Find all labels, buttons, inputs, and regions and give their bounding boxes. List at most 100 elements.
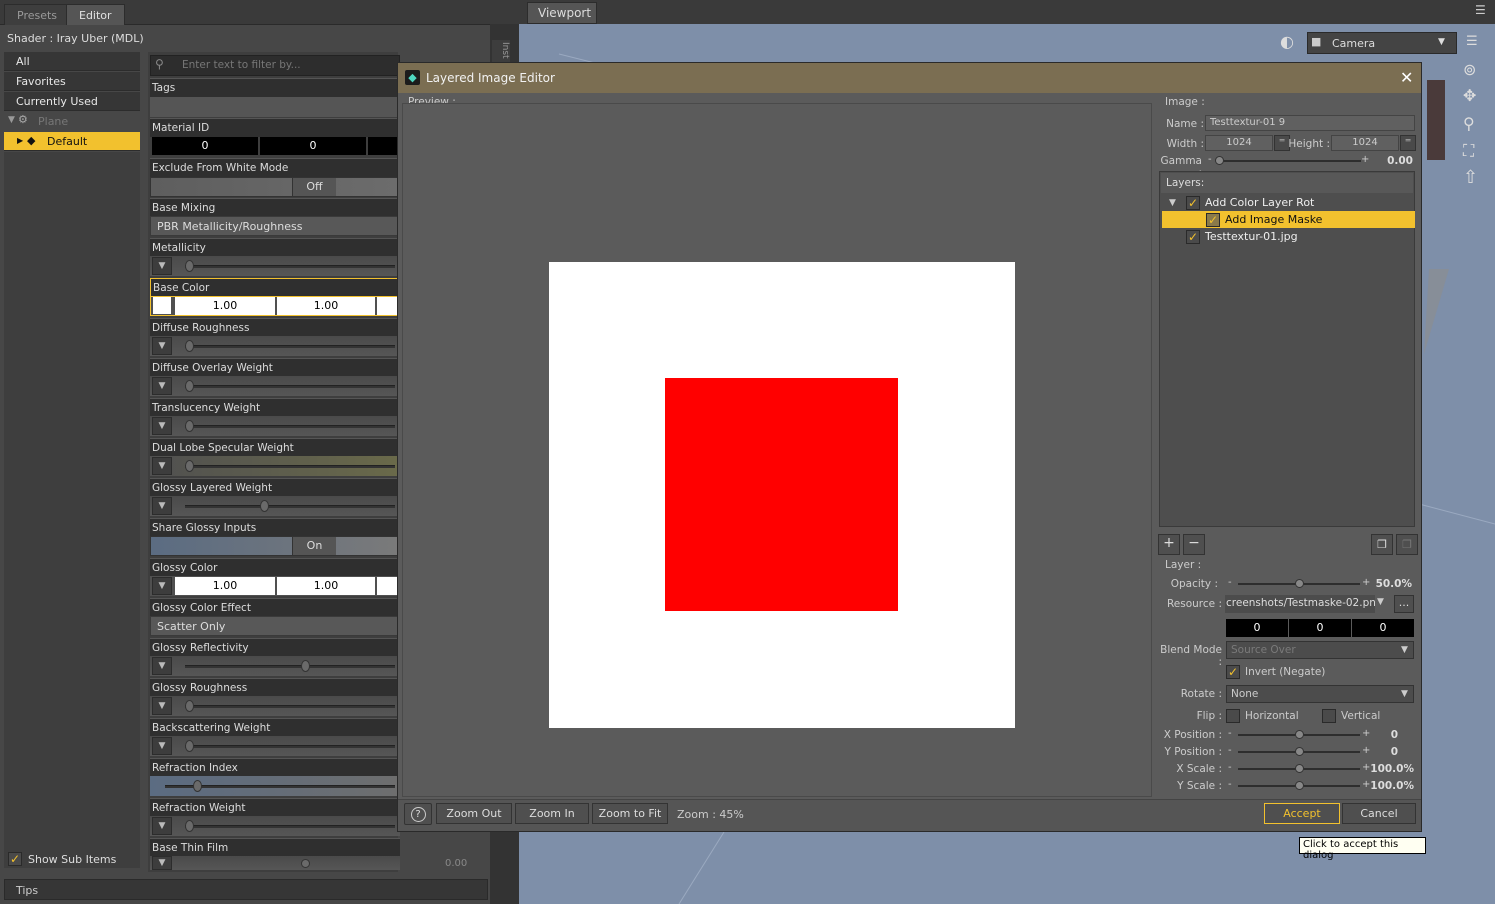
slider-knob[interactable] (193, 780, 202, 792)
minus-icon[interactable]: - (1228, 779, 1232, 790)
prop-tags-field[interactable] (150, 97, 400, 117)
chevron-down-icon[interactable]: ▼ (152, 377, 172, 395)
move-icon[interactable]: ✥ (1463, 86, 1476, 105)
height-field[interactable]: 1024 (1331, 135, 1399, 151)
slider-knob[interactable] (185, 740, 194, 752)
opacity-knob[interactable] (1295, 579, 1304, 588)
tree-default[interactable]: Default (4, 132, 140, 151)
exclude-white-toggle[interactable] (150, 177, 400, 197)
glossy-color-value-1[interactable]: 1.00 (175, 577, 275, 595)
reset-icon[interactable]: ⇧ (1463, 167, 1478, 188)
tips-tab[interactable]: Tips (16, 884, 38, 897)
show-sub-items-checkbox[interactable]: ✓ (8, 852, 22, 866)
y-scale-knob[interactable] (1295, 781, 1304, 790)
category-all[interactable]: All (4, 52, 140, 71)
base-color-swatch[interactable] (153, 297, 171, 314)
globe-icon[interactable]: ◐ (1280, 32, 1294, 51)
layer-item[interactable]: Testtextur-01.jpg (1205, 228, 1298, 245)
chevron-down-icon[interactable]: ▼ (152, 577, 172, 595)
minus-icon[interactable]: - (1228, 762, 1232, 773)
minus-icon[interactable]: - (1208, 154, 1212, 165)
plus-icon[interactable]: + (1361, 154, 1369, 165)
tab-editor[interactable]: Editor (66, 4, 125, 25)
category-favorites[interactable]: Favorites (4, 72, 140, 91)
chevron-down-icon[interactable]: ▼ (152, 457, 172, 475)
help-button[interactable]: ? (404, 803, 432, 825)
layer-visible-checkbox[interactable]: ✓ (1186, 196, 1200, 210)
x-position-knob[interactable] (1295, 730, 1304, 739)
height-stepper[interactable]: ═ (1400, 135, 1416, 151)
menu-icon[interactable]: ☰ (1475, 3, 1486, 17)
slider-knob[interactable] (185, 420, 194, 432)
accept-button[interactable]: Accept (1264, 803, 1340, 824)
glossy-color-effect-dropdown[interactable]: Scatter Only (150, 616, 400, 636)
slider-knob[interactable] (185, 380, 194, 392)
category-currently-used[interactable]: Currently Used (4, 92, 140, 111)
slider-knob[interactable] (185, 340, 194, 352)
share-glossy-toggle[interactable] (150, 536, 400, 556)
slider-knob[interactable] (301, 859, 310, 868)
tab-presets[interactable]: Presets (4, 4, 71, 25)
expand-arrow-icon[interactable]: ▼ (1169, 198, 1176, 208)
menu-icon[interactable]: ☰ (1466, 34, 1478, 49)
chevron-down-icon[interactable]: ▼ (152, 417, 172, 435)
expand-arrow-icon[interactable]: ▼ (8, 115, 15, 125)
chevron-down-icon[interactable]: ▼ (1377, 597, 1384, 607)
chevron-down-icon[interactable]: ▼ (152, 817, 172, 835)
base-color-value-1[interactable]: 1.00 (175, 297, 275, 315)
frame-icon[interactable]: ⛶ (1463, 141, 1474, 161)
blend-mode-dropdown[interactable]: Source Over (1226, 641, 1414, 659)
y-position-knob[interactable] (1295, 747, 1304, 756)
rgb-field-b[interactable]: 0 (1352, 619, 1414, 637)
preview-area[interactable] (402, 103, 1152, 797)
rgb-field-g[interactable]: 0 (1289, 619, 1351, 637)
chevron-down-icon[interactable]: ▼ (152, 257, 172, 275)
zoom-out-button[interactable]: Zoom Out (436, 803, 512, 824)
rotate-dropdown[interactable]: None (1226, 685, 1414, 703)
base-mixing-dropdown[interactable]: PBR Metallicity/Roughness (150, 216, 400, 236)
base-color-value-2[interactable]: 1.00 (277, 297, 375, 315)
orbit-icon[interactable]: ⊚ (1463, 60, 1476, 79)
chevron-down-icon[interactable]: ▼ (152, 697, 172, 715)
material-id-field-3[interactable] (368, 137, 398, 155)
layer-item[interactable]: Add Color Layer Rot (1205, 194, 1314, 211)
name-field[interactable]: Testtextur-01 9 (1205, 115, 1415, 131)
base-color-value-3[interactable] (377, 297, 397, 315)
zoom-to-fit-button[interactable]: Zoom to Fit (592, 803, 668, 824)
close-icon[interactable]: ✕ (1400, 68, 1413, 87)
chevron-down-icon[interactable]: ▼ (1401, 645, 1408, 655)
rgb-field-r[interactable]: 0 (1226, 619, 1288, 637)
minus-icon[interactable]: - (1228, 577, 1232, 588)
material-id-field-1[interactable]: 0 (152, 137, 258, 155)
slider-knob[interactable] (260, 500, 269, 512)
zoom-in-button[interactable]: Zoom In (515, 803, 589, 824)
flip-vertical-checkbox[interactable] (1322, 709, 1336, 723)
gamma-knob[interactable] (1215, 156, 1224, 165)
camera-dropdown[interactable]: Camera (1307, 32, 1457, 54)
paste-icon[interactable]: ❐ (1396, 534, 1418, 555)
layer-visible-checkbox[interactable]: ✓ (1186, 230, 1200, 244)
chevron-down-icon[interactable]: ▼ (152, 657, 172, 675)
invert-checkbox[interactable]: ✓ (1226, 665, 1240, 679)
x-scale-knob[interactable] (1295, 764, 1304, 773)
copy-icon[interactable]: ❐ (1371, 534, 1393, 555)
glossy-color-value-2[interactable]: 1.00 (277, 577, 375, 595)
chevron-down-icon[interactable]: ▼ (152, 337, 172, 355)
browse-button[interactable]: ... (1394, 595, 1414, 613)
layer-visible-checkbox[interactable]: ✓ (1206, 213, 1220, 227)
slider-knob[interactable] (301, 660, 310, 672)
glossy-color-value-3[interactable] (377, 577, 397, 595)
add-layer-button[interactable]: + (1158, 534, 1180, 555)
base-thin-film-slider[interactable] (150, 856, 400, 870)
slider-knob[interactable] (185, 460, 194, 472)
chevron-down-icon[interactable]: ▼ (152, 737, 172, 755)
material-id-field-2[interactable]: 0 (260, 137, 366, 155)
slider-knob[interactable] (185, 260, 194, 272)
layer-item[interactable]: Add Image Maske (1225, 211, 1322, 228)
minus-icon[interactable]: - (1228, 745, 1232, 756)
chevron-down-icon[interactable]: ▼ (152, 497, 172, 515)
minus-icon[interactable]: - (1228, 728, 1232, 739)
slider-knob[interactable] (185, 700, 194, 712)
chevron-down-icon[interactable]: ▼ (1438, 37, 1445, 47)
resource-field[interactable]: creenshots/Testmaske-02.png (1225, 595, 1375, 613)
